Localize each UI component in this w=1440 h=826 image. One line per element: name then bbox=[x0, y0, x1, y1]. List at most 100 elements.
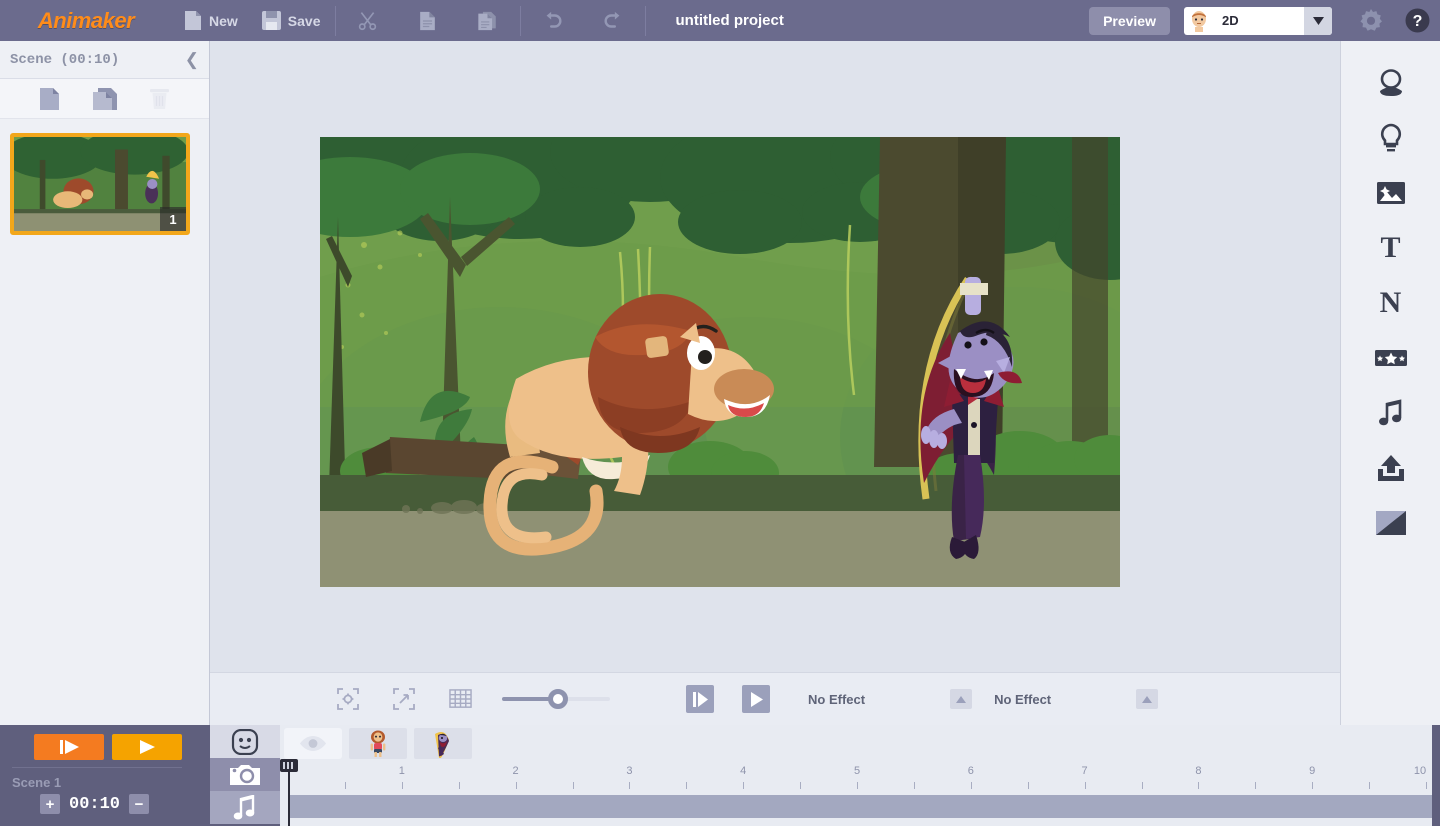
sidebar-item-text[interactable]: T bbox=[1341, 220, 1440, 275]
vampire-thumbnail bbox=[435, 731, 449, 758]
sidebar-item-upload[interactable] bbox=[1341, 440, 1440, 495]
help-icon: ? bbox=[1405, 8, 1429, 33]
redo-button[interactable] bbox=[583, 0, 643, 41]
undo-icon bbox=[546, 11, 561, 28]
ruler-tick bbox=[743, 782, 745, 789]
ruler-tick bbox=[1255, 782, 1257, 789]
enter-effect-dropdown[interactable] bbox=[950, 689, 973, 709]
ruler-tick bbox=[458, 782, 460, 789]
fit-button[interactable] bbox=[376, 688, 432, 710]
grid-button[interactable] bbox=[432, 688, 488, 711]
ruler-label: 1 bbox=[398, 765, 405, 777]
settings-button[interactable] bbox=[1348, 8, 1394, 33]
play-all-button[interactable] bbox=[112, 734, 182, 760]
exit-effect-icon bbox=[750, 691, 763, 707]
stage-area bbox=[210, 41, 1340, 672]
cut-button[interactable] bbox=[338, 0, 398, 41]
sidebar-item-characters[interactable] bbox=[1341, 55, 1440, 110]
duplicate-page-icon bbox=[92, 87, 117, 110]
decrease-duration-button[interactable]: − bbox=[129, 794, 150, 814]
ruler-tick bbox=[401, 782, 403, 789]
scene-thumbnail-1[interactable]: 1 bbox=[10, 133, 190, 235]
save-button[interactable]: Save bbox=[250, 0, 333, 41]
new-button[interactable]: New bbox=[172, 0, 250, 41]
track-tab-music[interactable] bbox=[210, 791, 280, 824]
toolbar-divider-1 bbox=[334, 5, 336, 36]
scene-panel: Scene (00:10) ❮ 1 bbox=[0, 41, 210, 725]
ruler-label: 2 bbox=[512, 765, 519, 777]
grid-icon bbox=[448, 688, 472, 708]
sidebar-item-music[interactable] bbox=[1341, 385, 1440, 440]
mode-dropdown[interactable]: 2D bbox=[1184, 6, 1332, 35]
preview-button[interactable]: Preview bbox=[1089, 6, 1170, 35]
exit-effect-label: No Effect bbox=[994, 691, 1052, 707]
project-title[interactable]: untitled project bbox=[676, 12, 784, 29]
ruler-tick bbox=[1312, 782, 1314, 789]
background-icon bbox=[1375, 510, 1406, 535]
delete-scene-button[interactable] bbox=[143, 84, 177, 114]
ruler-tick bbox=[686, 782, 688, 789]
save-disk-icon bbox=[261, 11, 281, 30]
duplicate-scene-button[interactable] bbox=[88, 84, 122, 114]
scissors-icon bbox=[358, 12, 377, 31]
undo-button[interactable] bbox=[523, 0, 583, 41]
sidebar-item-numbers[interactable]: N bbox=[1341, 275, 1440, 330]
camera-track-icon bbox=[230, 764, 260, 785]
character-track-icon bbox=[231, 728, 259, 755]
timeline: 1 2 3 4 5 6 7 8 9 10 bbox=[280, 725, 1432, 826]
track-tab-camera[interactable] bbox=[210, 758, 280, 791]
sidebar-item-images[interactable] bbox=[1341, 165, 1440, 220]
timeline-item-vampire[interactable] bbox=[414, 728, 472, 759]
ruler-tick bbox=[1369, 782, 1371, 789]
caret-up-icon bbox=[1142, 695, 1153, 703]
ruler-tick bbox=[1198, 782, 1200, 789]
zoom-slider[interactable] bbox=[502, 689, 610, 709]
letter-n-icon: N bbox=[1379, 285, 1402, 319]
paste-icon bbox=[478, 11, 496, 30]
caret-up-icon bbox=[956, 695, 967, 703]
sidebar-item-properties[interactable] bbox=[1341, 110, 1440, 165]
sidebar-item-effects[interactable] bbox=[1341, 330, 1440, 385]
canvas-toolbar: No Effect No Effect bbox=[210, 672, 1340, 725]
bulb-icon bbox=[1380, 123, 1401, 151]
increase-duration-button[interactable]: + bbox=[40, 794, 60, 814]
play-buttons bbox=[0, 725, 210, 760]
enter-effect-button[interactable] bbox=[686, 685, 714, 713]
ruler-tick bbox=[629, 782, 631, 789]
play-scene-button[interactable] bbox=[34, 734, 104, 760]
chevron-left-icon[interactable]: ❮ bbox=[185, 50, 199, 70]
ruler-label: 6 bbox=[967, 765, 974, 777]
new-page-icon bbox=[185, 11, 201, 30]
music-note-icon bbox=[1378, 398, 1401, 425]
chevron-down-icon[interactable] bbox=[1304, 6, 1332, 35]
zoom-slider-handle[interactable] bbox=[548, 689, 568, 709]
sidebar-item-background[interactable] bbox=[1341, 495, 1440, 550]
help-button[interactable]: ? bbox=[1394, 8, 1440, 33]
copy-button[interactable] bbox=[398, 0, 458, 41]
timeline-clip-bar[interactable] bbox=[288, 795, 1432, 818]
upload-icon bbox=[1377, 454, 1404, 481]
timeline-item-lion[interactable] bbox=[349, 728, 407, 759]
ruler-label: 10 bbox=[1413, 765, 1427, 777]
center-button[interactable] bbox=[320, 688, 376, 710]
svg-text:?: ? bbox=[1412, 13, 1422, 30]
paste-button[interactable] bbox=[458, 0, 518, 41]
stars-icon bbox=[1374, 349, 1407, 366]
playhead-handle[interactable] bbox=[280, 759, 298, 772]
canvas[interactable] bbox=[320, 137, 1120, 587]
playhead[interactable] bbox=[280, 759, 298, 826]
exit-effect-dropdown[interactable] bbox=[1136, 689, 1159, 709]
timeline-ruler[interactable]: 1 2 3 4 5 6 7 8 9 10 bbox=[280, 762, 1432, 795]
image-icon bbox=[1376, 181, 1405, 204]
track-tab-character[interactable] bbox=[210, 725, 280, 758]
exit-effect-button[interactable] bbox=[742, 685, 770, 713]
play-scene-icon bbox=[59, 740, 79, 754]
duration-controls: + 00:10 − bbox=[0, 790, 210, 814]
visibility-toggle[interactable] bbox=[284, 728, 342, 759]
new-scene-button[interactable] bbox=[33, 84, 67, 114]
ruler-tick bbox=[1084, 782, 1086, 789]
ruler-tick bbox=[1027, 782, 1029, 789]
scene-panel-header: Scene (00:10) ❮ bbox=[0, 41, 209, 79]
enter-effect-icon bbox=[692, 691, 708, 707]
app-logo[interactable]: Animaker bbox=[0, 8, 172, 34]
